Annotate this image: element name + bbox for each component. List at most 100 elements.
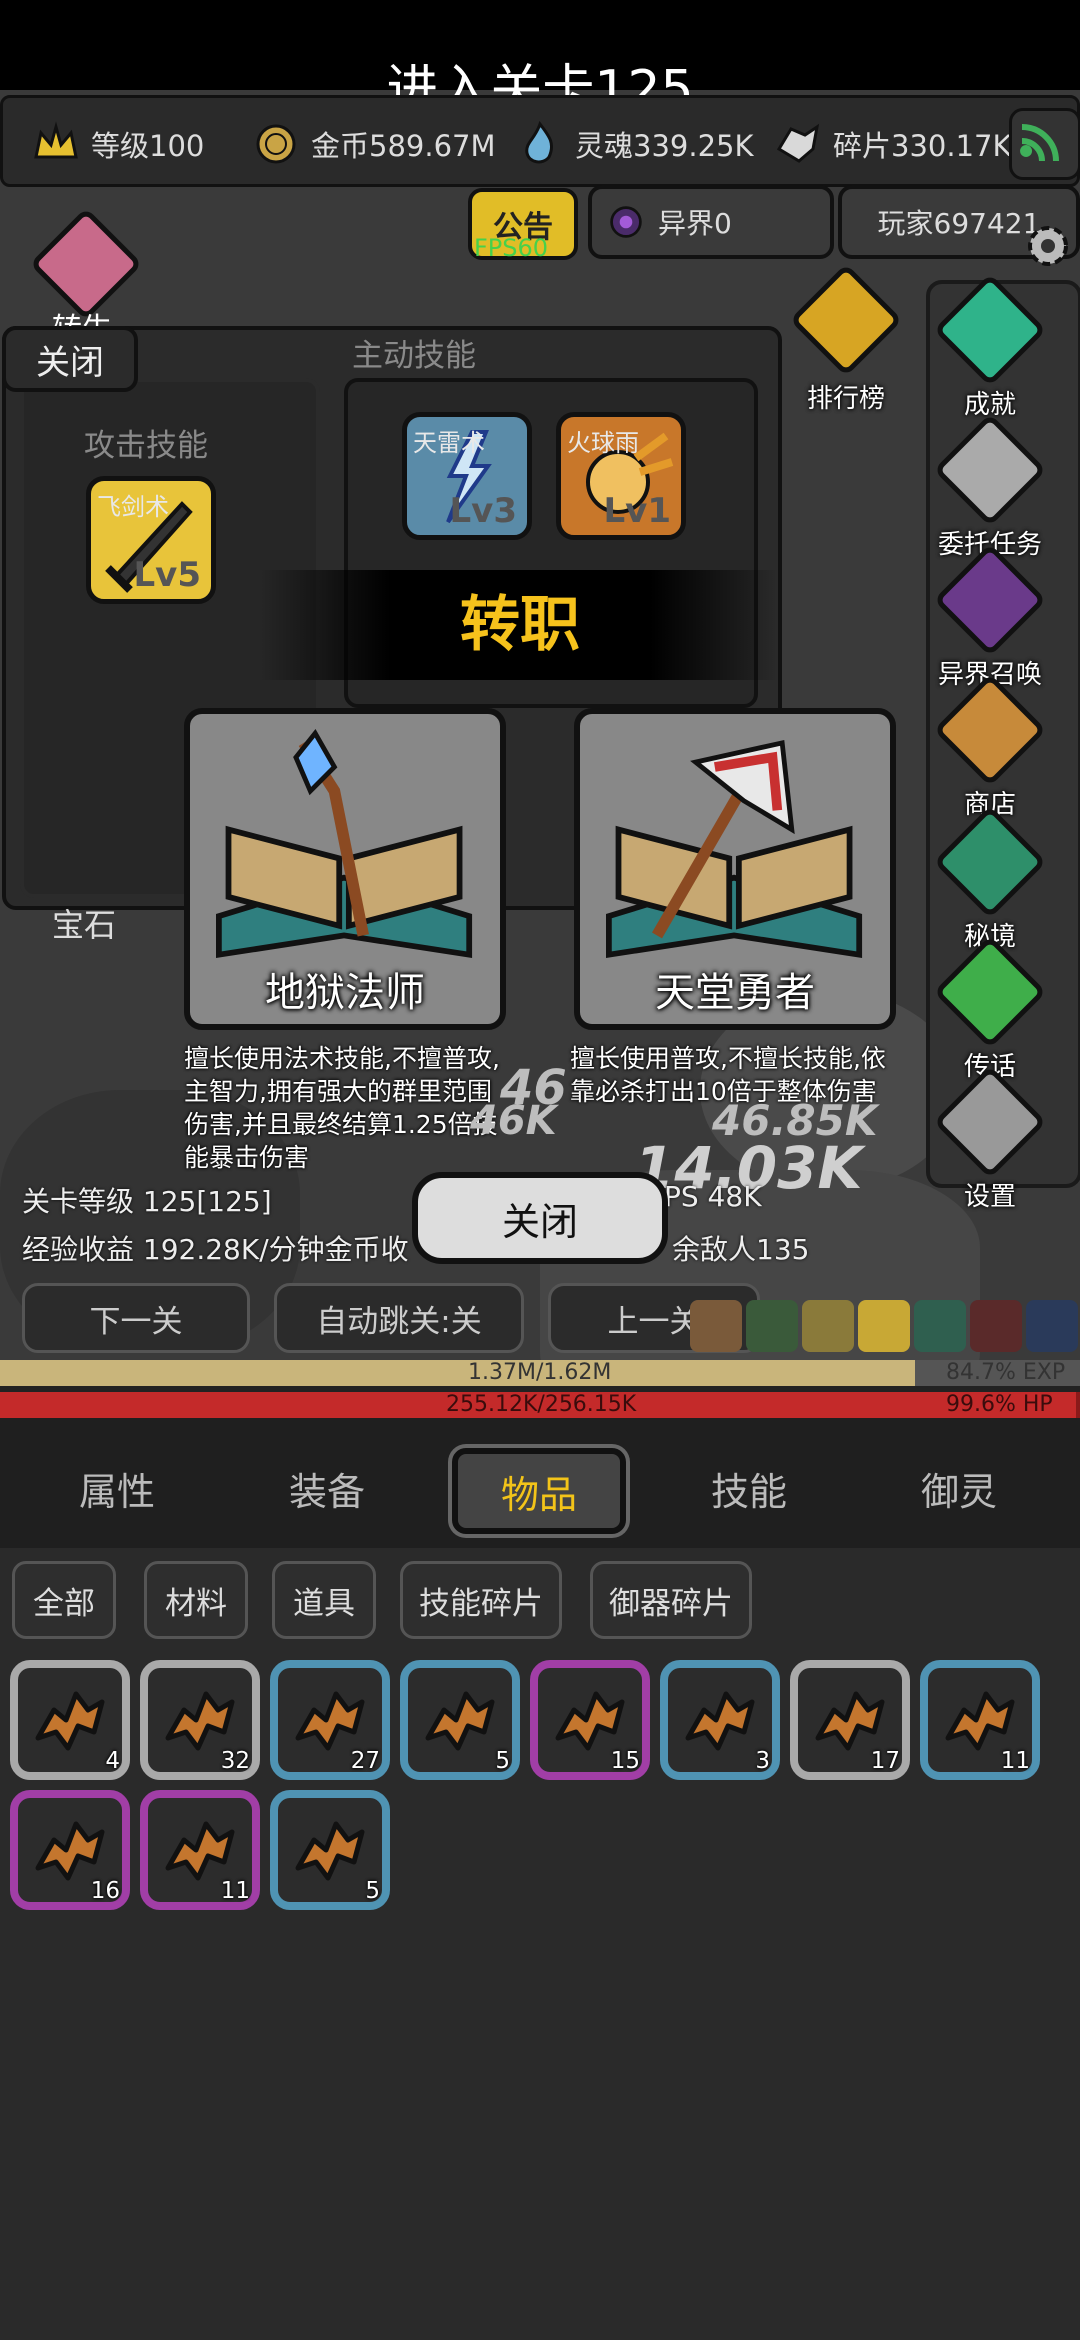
auto-skip-button[interactable]: 自动跳关:关 (274, 1283, 524, 1353)
job-change-title: 转职 (460, 590, 580, 660)
trophy-icon (789, 263, 903, 377)
otherworld-text: 异界0 (658, 207, 732, 240)
class-name: 天堂勇者 (655, 970, 815, 1016)
signal-icon (1020, 124, 1059, 162)
leaderboard-label: 排行榜 (806, 384, 885, 414)
filter-props[interactable]: 道具 (272, 1561, 376, 1639)
secret-realm-button[interactable]: 秘境 (930, 805, 1050, 953)
exp-gain: 经验收益 192.28K/分钟金币收 (22, 1233, 409, 1266)
active-skills-title: 主动技能 (352, 338, 476, 374)
tab-spirits[interactable]: 御灵 (874, 1445, 1044, 1531)
remaining-enemies: 余敌人135 (672, 1233, 810, 1266)
realm-orb-icon (933, 805, 1047, 919)
inventory-item[interactable]: 3 (660, 1660, 780, 1780)
fragment-text: 碎片330.17K (833, 129, 1012, 163)
leaderboard-button[interactable]: 排行榜 (786, 263, 906, 415)
filter-materials[interactable]: 材料 (144, 1561, 248, 1639)
skill-name: 飞剑术 (97, 493, 169, 521)
equip-slot (802, 1300, 854, 1352)
skill-level: Lv3 (449, 491, 518, 531)
exp-bar-fill (0, 1360, 915, 1386)
soul-flame-icon (525, 120, 554, 164)
inventory-item[interactable]: 15 (530, 1660, 650, 1780)
job-change-close-button[interactable]: 关闭 (412, 1172, 668, 1264)
skill-level: Lv5 (133, 555, 202, 595)
item-count: 4 (105, 1748, 120, 1774)
equip-slot (746, 1300, 798, 1352)
otherworld-summon-button[interactable]: 异界召唤 (930, 543, 1050, 691)
skill-name: 火球雨 (567, 429, 639, 457)
skill-fireball-rain[interactable]: 火球雨 Lv1 (556, 412, 686, 540)
skill-thunder[interactable]: 天雷术 Lv3 (402, 412, 532, 540)
filter-all[interactable]: 全部 (12, 1561, 116, 1639)
tab-attributes[interactable]: 属性 (32, 1445, 202, 1531)
next-stage-button[interactable]: 下一关 (22, 1283, 250, 1353)
class-card-heaven-hero[interactable]: 天堂勇者 (574, 708, 896, 1030)
item-count: 16 (90, 1878, 120, 1904)
equip-slot (690, 1300, 742, 1352)
achievement-button[interactable]: 成就 (930, 273, 1050, 421)
inventory-item[interactable]: 4 (10, 1660, 130, 1780)
commission-button[interactable]: 委托任务 (930, 413, 1050, 561)
skill-flying-sword[interactable]: 飞剑术 Lv5 (86, 476, 216, 604)
rebirth-button[interactable] (29, 207, 143, 321)
player-id: 玩家697421 (877, 207, 1041, 240)
gold-text: 金币589.67M (311, 129, 496, 163)
inventory-item[interactable]: 17 (790, 1660, 910, 1780)
tab-equipment[interactable]: 装备 (242, 1445, 412, 1531)
panel-close-label: 关闭 (36, 342, 104, 383)
rebirth-label: 转生 (52, 304, 112, 326)
inventory-item[interactable]: 32 (140, 1660, 260, 1780)
hp-text: 255.12K/256.15K (446, 1392, 637, 1417)
item-count: 15 (610, 1748, 640, 1774)
inventory-item[interactable]: 5 (270, 1790, 390, 1910)
filter-skill-fragments[interactable]: 技能碎片 (400, 1561, 562, 1639)
tab-skills[interactable]: 技能 (664, 1445, 834, 1531)
prev-stage-label: 上一关 (607, 1303, 701, 1340)
item-count: 3 (755, 1748, 770, 1774)
item-count: 11 (220, 1878, 250, 1904)
inventory-item[interactable]: 11 (920, 1660, 1040, 1780)
settings-gear-icon (933, 1065, 1047, 1179)
inventory-item[interactable]: 16 (10, 1790, 130, 1910)
inventory-item[interactable]: 5 (400, 1660, 520, 1780)
otherworld-button[interactable]: 异界0 (588, 185, 834, 259)
class-description: 擅长使用法术技能,不擅普攻,主智力,拥有强大的群里范围伤害,并且最终结算1.25… (184, 1044, 500, 1172)
filter-artifact-fragments[interactable]: 御器碎片 (590, 1561, 752, 1639)
gear-icon[interactable] (1018, 216, 1078, 276)
inventory-item[interactable]: 11 (140, 1790, 260, 1910)
shop-button[interactable]: 商店 (930, 673, 1050, 821)
stage-level: 关卡等级 125[125] (22, 1185, 272, 1218)
equip-slot (858, 1300, 910, 1352)
scroll-icon (933, 413, 1047, 527)
panel-close-button[interactable]: 关闭 (2, 326, 138, 392)
hp-percent: 99.6% HP (946, 1392, 1053, 1417)
skill-name: 天雷术 (413, 429, 485, 457)
item-count: 5 (365, 1878, 380, 1904)
tab-items[interactable]: 物品 (452, 1448, 626, 1534)
exp-percent: 84.7% EXP (946, 1360, 1066, 1385)
settings-button[interactable]: 设置 (930, 1065, 1050, 1213)
class-name: 地狱法师 (265, 970, 425, 1016)
exp-text: 1.37M/1.62M (468, 1360, 612, 1385)
skill-level: Lv1 (603, 491, 672, 531)
signal-button[interactable] (1009, 108, 1080, 180)
damage-number: 46K (470, 1098, 557, 1144)
skill-fragment-icon (35, 1691, 105, 1751)
bag-icon (933, 673, 1047, 787)
class-card-hell-mage[interactable]: 地狱法师 (184, 708, 506, 1030)
soul-resource: 灵魂339.25K (515, 116, 754, 172)
skill-fragment-icon (295, 1821, 365, 1881)
item-count: 32 (220, 1748, 250, 1774)
inventory-item[interactable]: 27 (270, 1660, 390, 1780)
item-count: 27 (350, 1748, 380, 1774)
horn-icon (933, 935, 1047, 1049)
star-icon (933, 273, 1047, 387)
equip-slot (970, 1300, 1022, 1352)
gold-coin-icon (256, 124, 296, 164)
resource-bar: 等级100 金币589.67M 灵魂339.25K 碎片330.17K (0, 95, 1080, 187)
message-button[interactable]: 传话 (930, 935, 1050, 1083)
attack-skills-title: 攻击技能 (84, 428, 208, 464)
crown-icon (34, 121, 78, 159)
fragment-resource: 碎片330.17K (773, 116, 1012, 172)
